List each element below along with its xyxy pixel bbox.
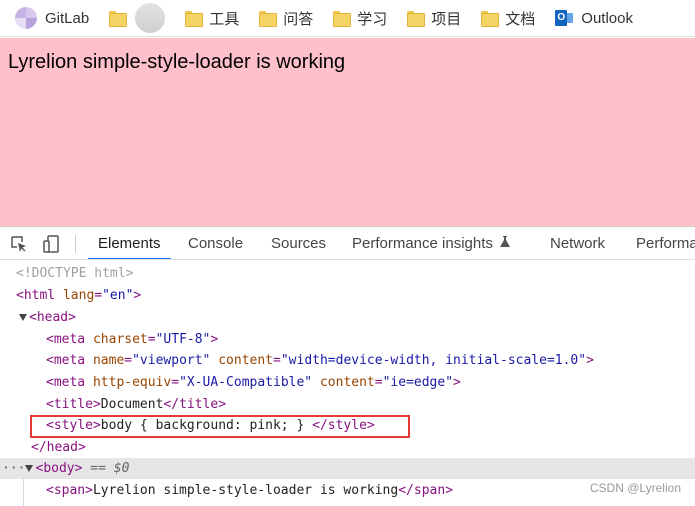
node-text: Lyrelion simple-style-loader is working [92, 483, 399, 498]
tab-performance[interactable]: Performa [626, 227, 695, 259]
attr-name: content [218, 353, 274, 368]
attr-name: content [319, 375, 375, 390]
flask-icon [499, 236, 510, 248]
watermark: CSDN @Lyrelion [589, 481, 681, 495]
tag-name: span [413, 483, 446, 498]
bookmark-label: 问答 [283, 10, 314, 28]
bookmark-folder-docs[interactable]: 文档 [467, 0, 541, 36]
bookmark-label: 学习 [357, 10, 388, 28]
tag-name: title [53, 397, 93, 412]
gitlab-icon [15, 7, 37, 29]
more-actions-icon[interactable]: ··· [2, 461, 25, 476]
title-node[interactable]: <title>Document</title> [0, 394, 695, 415]
head-close-node[interactable]: </head> [0, 437, 695, 458]
attr-name: http-equiv [92, 375, 172, 390]
head-node[interactable]: <head> [0, 307, 695, 328]
bookmark-outlook[interactable]: O Outlook [541, 0, 639, 36]
bookmarks-bar: GitLab 工具 问答 学习 项目 文档 O Outlook [0, 0, 695, 37]
folder-icon [407, 11, 426, 27]
attr-value: "viewport" [132, 353, 211, 368]
page-text: Lyrelion simple-style-loader is working [8, 51, 346, 73]
outlook-icon: O [555, 9, 574, 27]
attr-name: lang [62, 288, 95, 303]
bookmark-folder-unnamed[interactable] [95, 0, 131, 36]
bookmark-label: GitLab [45, 9, 90, 27]
folder-icon [259, 11, 278, 27]
attr-value: "ie=edge" [382, 375, 454, 390]
bookmark-folder-tools[interactable]: 工具 [171, 0, 245, 36]
bookmark-gitlab[interactable]: GitLab [0, 0, 95, 36]
bookmark-avatar[interactable] [131, 0, 171, 36]
body-node[interactable]: ··· <body> == $0 [0, 458, 695, 479]
tag-name: head [46, 440, 78, 455]
tag-name: head [36, 310, 69, 325]
attr-value: "X-UA-Compatible" [179, 375, 313, 390]
tag-name: meta [53, 375, 86, 390]
device-toolbar-icon[interactable] [42, 234, 62, 254]
meta-charset-node[interactable]: <meta charset="UTF-8"> [0, 329, 695, 350]
selected-node-marker: == $0 [82, 461, 130, 476]
tag-name: meta [53, 353, 86, 368]
tab-network[interactable]: Network [540, 227, 615, 259]
attr-value: "UTF-8" [155, 332, 211, 347]
tab-sources[interactable]: Sources [261, 227, 336, 259]
bookmark-label: 文档 [505, 10, 536, 28]
expand-triangle-icon[interactable] [25, 465, 34, 472]
folder-icon [333, 11, 352, 27]
attr-name: name [92, 353, 125, 368]
bookmark-label: Outlook [581, 9, 633, 27]
tag-name: meta [53, 332, 86, 347]
folder-icon [185, 11, 204, 27]
elements-tree: <!DOCTYPE html> <html lang="en"> <head> … [0, 260, 695, 506]
tab-elements[interactable]: Elements [88, 227, 171, 259]
bookmark-folder-learn[interactable]: 学习 [319, 0, 393, 36]
node-text: Document [100, 397, 164, 412]
inspect-element-icon[interactable] [10, 235, 28, 253]
bookmark-folder-projects[interactable]: 项目 [393, 0, 467, 36]
bookmark-label: 项目 [431, 10, 462, 28]
tab-performance-insights[interactable]: Performance insights [342, 227, 521, 259]
folder-icon [109, 11, 128, 27]
avatar-icon [135, 3, 166, 33]
tree-indent-guide [23, 479, 24, 506]
toolbar-divider [75, 235, 76, 253]
doctype-text: <!DOCTYPE html> [16, 266, 134, 281]
tag-name: body [43, 461, 75, 476]
doctype-node[interactable]: <!DOCTYPE html> [0, 263, 695, 284]
devtools-tab-bar: Elements Console Sources Performance ins… [0, 226, 695, 260]
folder-icon [481, 11, 500, 27]
meta-compat-node[interactable]: <meta http-equiv="X-UA-Compatible" conte… [0, 372, 695, 393]
attr-name: charset [92, 332, 148, 347]
tag-name: title [179, 397, 219, 412]
html-node[interactable]: <html lang="en"> [0, 285, 695, 306]
tab-console[interactable]: Console [178, 227, 253, 259]
attr-value: "en" [102, 288, 134, 303]
expand-triangle-icon[interactable] [19, 314, 27, 321]
tag-name: html [23, 288, 56, 303]
meta-viewport-node[interactable]: <meta name="viewport" content="width=dev… [0, 350, 695, 371]
bookmark-label: 工具 [209, 10, 240, 28]
tag-name: span [53, 483, 86, 498]
page-viewport: Lyrelion simple-style-loader is working [0, 38, 695, 226]
highlight-box [30, 415, 410, 438]
tab-label: Performance insights [352, 235, 493, 252]
browser-window: GitLab 工具 问答 学习 项目 文档 O Outlook Lyrelion… [0, 0, 695, 506]
bookmark-folder-qa[interactable]: 问答 [245, 0, 319, 36]
attr-value: "width=device-width, initial-scale=1.0" [280, 353, 587, 368]
